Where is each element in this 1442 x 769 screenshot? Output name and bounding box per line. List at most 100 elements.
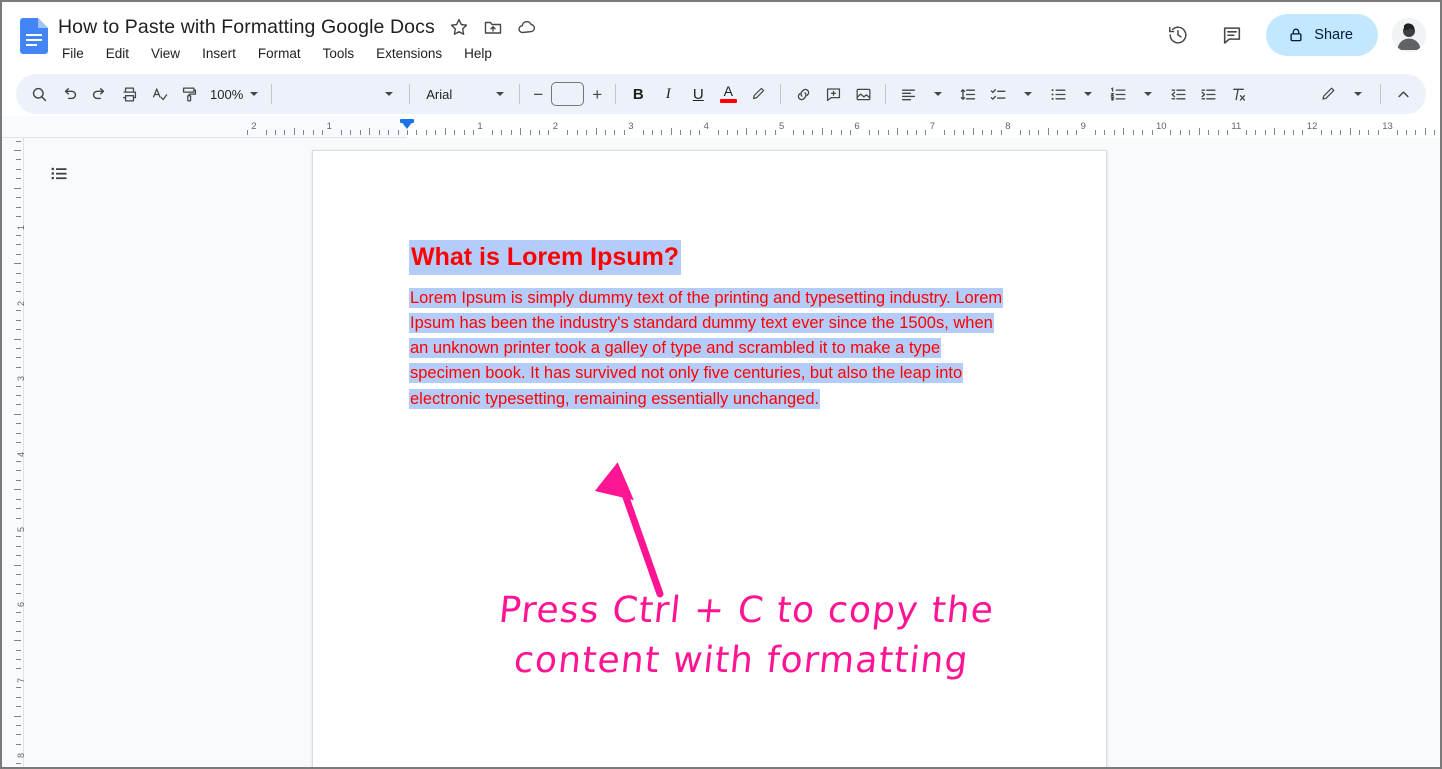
- redo-icon[interactable]: [84, 79, 114, 109]
- ruler-tick: [397, 130, 399, 135]
- paint-format-icon[interactable]: [174, 79, 204, 109]
- ruler-tick: [538, 130, 540, 135]
- insert-image-icon[interactable]: [848, 79, 878, 109]
- paragraph-style-selector[interactable]: [279, 80, 402, 108]
- search-icon[interactable]: [24, 79, 54, 109]
- bulleted-list-icon[interactable]: [1043, 79, 1073, 109]
- underline-button[interactable]: U: [683, 79, 713, 109]
- increase-font-size-button[interactable]: +: [586, 81, 608, 107]
- print-icon[interactable]: [114, 79, 144, 109]
- star-icon[interactable]: [449, 17, 469, 37]
- checklist-dropdown-caret[interactable]: [1013, 79, 1043, 109]
- increase-indent-icon[interactable]: [1193, 79, 1223, 109]
- spellcheck-icon[interactable]: [144, 79, 174, 109]
- ruler-tick: [1349, 128, 1351, 135]
- vertical-ruler-tick: [16, 498, 21, 500]
- collapse-toolbar-icon[interactable]: [1388, 79, 1418, 109]
- menu-insert[interactable]: Insert: [200, 45, 238, 62]
- page-title[interactable]: How to Paste with Formatting Google Docs: [58, 16, 435, 39]
- line-spacing-icon[interactable]: [953, 79, 983, 109]
- highlight-pen-icon[interactable]: [743, 79, 773, 109]
- ruler-tick: [1245, 130, 1247, 135]
- vertical-ruler[interactable]: 12345678: [2, 138, 26, 767]
- version-history-icon[interactable]: [1158, 15, 1198, 55]
- clear-formatting-icon[interactable]: [1223, 79, 1253, 109]
- font-family-value: Arial: [426, 86, 453, 102]
- document-body[interactable]: What is Lorem Ipsum? Lorem Ipsum is simp…: [409, 240, 1019, 412]
- ruler-tick: [548, 130, 550, 135]
- ruler-label: 7: [929, 121, 936, 132]
- undo-icon[interactable]: [54, 79, 84, 109]
- menu-view[interactable]: View: [149, 45, 182, 62]
- ruler-tick: [1066, 130, 1068, 135]
- document-outline-icon[interactable]: [40, 154, 78, 192]
- align-dropdown-caret[interactable]: [923, 79, 953, 109]
- comment-history-icon[interactable]: [1212, 15, 1252, 55]
- vertical-ruler-tick: [16, 724, 21, 726]
- vertical-ruler-tick: [14, 338, 21, 340]
- annotation-line-1: Press Ctrl + C to copy the: [496, 590, 997, 631]
- chevron-down-icon: [934, 92, 943, 96]
- share-button-label: Share: [1314, 27, 1353, 43]
- ruler-tick: [812, 130, 814, 135]
- font-size-input[interactable]: [551, 82, 585, 106]
- ruler-label: 2: [251, 121, 257, 132]
- ruler-tick: [586, 130, 588, 135]
- bold-button[interactable]: B: [623, 79, 653, 109]
- vertical-ruler-tick: [16, 291, 21, 293]
- align-left-icon[interactable]: [893, 79, 923, 109]
- ruler-tick: [868, 130, 870, 135]
- menu-tools[interactable]: Tools: [321, 45, 357, 62]
- ruler-tick: [341, 130, 343, 135]
- edit-pencil-icon[interactable]: [1313, 79, 1343, 109]
- menu-format[interactable]: Format: [256, 45, 303, 62]
- cloud-saved-icon[interactable]: [517, 17, 537, 37]
- vertical-ruler-tick: [16, 630, 21, 632]
- vertical-ruler-tick: [16, 649, 21, 651]
- ruler-tick: [991, 130, 993, 135]
- move-to-folder-icon[interactable]: [483, 17, 503, 37]
- ruler-tick: [595, 128, 597, 135]
- decrease-font-size-button[interactable]: −: [527, 81, 549, 107]
- insert-link-icon[interactable]: [788, 79, 818, 109]
- horizontal-ruler[interactable]: 2 1 1 2 3 4 5 6 7 8 9 10 11 12 13: [2, 116, 1440, 138]
- share-button[interactable]: Share: [1266, 14, 1378, 56]
- vertical-ruler-tick: [16, 234, 21, 236]
- ruler-label: 5: [779, 121, 785, 132]
- add-comment-icon[interactable]: [818, 79, 848, 109]
- edit-mode-dropdown-caret[interactable]: [1343, 79, 1373, 109]
- menu-extensions[interactable]: Extensions: [374, 45, 444, 62]
- google-docs-logo[interactable]: [20, 18, 48, 54]
- checklist-icon[interactable]: [983, 79, 1013, 109]
- menu-help[interactable]: Help: [462, 45, 494, 62]
- document-heading[interactable]: What is Lorem Ipsum?: [409, 240, 682, 275]
- ruler-tick: [849, 130, 851, 135]
- font-family-selector[interactable]: Arial: [417, 80, 512, 108]
- ruler-tick: [680, 130, 682, 135]
- zoom-selector[interactable]: 100%: [204, 80, 264, 108]
- ruler-tick: [1226, 130, 1228, 135]
- ruler-tick: [435, 130, 437, 135]
- zoom-value: 100%: [210, 86, 244, 102]
- menu-edit[interactable]: Edit: [104, 45, 131, 62]
- vertical-ruler-tick: [16, 357, 21, 359]
- ruler-label: 12: [1306, 121, 1318, 132]
- italic-button[interactable]: I: [653, 79, 683, 109]
- ruler-tick: [802, 130, 804, 135]
- decrease-indent-icon[interactable]: [1163, 79, 1193, 109]
- numbered-list-dropdown-caret[interactable]: [1133, 79, 1163, 109]
- header-actions: Share: [1158, 14, 1426, 56]
- chevron-down-icon: [1354, 92, 1362, 96]
- ruler-tick: [472, 130, 474, 135]
- bulleted-list-dropdown-caret[interactable]: [1073, 79, 1103, 109]
- document-paragraph[interactable]: Lorem Ipsum is simply dummy text of the …: [409, 288, 1004, 409]
- numbered-list-icon[interactable]: [1103, 79, 1133, 109]
- left-indent-bar[interactable]: [400, 119, 414, 123]
- vertical-ruler-tick: [16, 272, 21, 274]
- ruler-tick: [378, 130, 380, 135]
- ruler-tick: [322, 130, 324, 135]
- menu-file[interactable]: File: [60, 45, 86, 62]
- avatar[interactable]: [1392, 18, 1426, 52]
- text-color-button[interactable]: A: [713, 79, 743, 109]
- ruler-tick: [350, 130, 352, 135]
